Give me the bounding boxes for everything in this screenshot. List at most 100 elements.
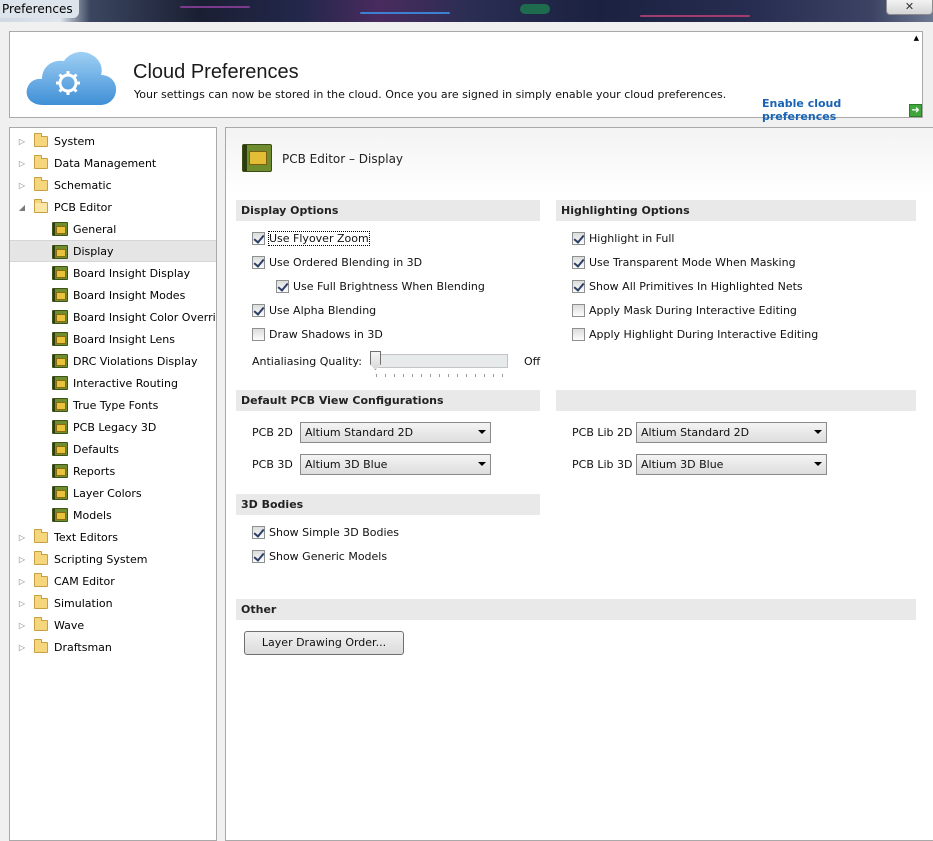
pcb-lib-2d-dropdown[interactable]: Altium Standard 2D <box>636 422 827 443</box>
show-simple-3d-bodies-label: Show Simple 3D Bodies <box>269 526 400 539</box>
tree-item-board-insight-color-overrid[interactable]: Board Insight Color Overrid <box>10 306 216 328</box>
apply-mask-checkbox[interactable]: Apply Mask During Interactive Editing <box>572 304 797 317</box>
tree-item-label: Board Insight Color Overrid <box>73 310 217 324</box>
alpha-blending-checkbox[interactable]: Use Alpha Blending <box>252 304 376 317</box>
expand-icon[interactable]: ▷ <box>17 159 27 168</box>
apply-mask-label: Apply Mask During Interactive Editing <box>589 304 797 317</box>
tree-item-layer-colors[interactable]: Layer Colors <box>10 482 216 504</box>
ordered-blending-checkbox[interactable]: Use Ordered Blending in 3D <box>252 256 422 269</box>
tree-item-wave[interactable]: ▷ Wave <box>10 614 216 636</box>
pcb-board-icon <box>52 288 68 302</box>
checkbox-box <box>252 550 265 563</box>
tree-item-display[interactable]: Display <box>10 240 216 262</box>
folder-icon <box>34 573 48 587</box>
tree-item-reports[interactable]: Reports <box>10 460 216 482</box>
draw-shadows-checkbox[interactable]: Draw Shadows in 3D <box>252 328 383 341</box>
checkbox-box <box>252 304 265 317</box>
tree-item-simulation[interactable]: ▷ Simulation <box>10 592 216 614</box>
pcb-2d-dropdown[interactable]: Altium Standard 2D <box>300 422 491 443</box>
pcb-lib-3d-dropdown[interactable]: Altium 3D Blue <box>636 454 827 475</box>
layer-drawing-order-button[interactable]: Layer Drawing Order... <box>244 631 404 655</box>
folder-icon <box>34 177 48 191</box>
chevron-down-icon <box>814 462 822 466</box>
checkbox-box <box>572 256 585 269</box>
expand-icon[interactable]: ▷ <box>17 599 27 608</box>
window-close-button[interactable]: ✕ <box>886 0 933 15</box>
tree-item-scripting-system[interactable]: ▷ Scripting System <box>10 548 216 570</box>
pcb-lib-3d-label: PCB Lib 3D <box>572 458 633 471</box>
expand-icon[interactable]: ▷ <box>17 181 27 190</box>
alpha-blending-label: Use Alpha Blending <box>269 304 377 317</box>
tree-item-pcb-legacy-3d[interactable]: PCB Legacy 3D <box>10 416 216 438</box>
show-simple-3d-bodies-checkbox[interactable]: Show Simple 3D Bodies <box>252 526 399 539</box>
tree-item-pcb-editor[interactable]: ◢ PCB Editor <box>10 196 216 218</box>
folder-icon <box>34 639 48 653</box>
flyover-zoom-checkbox[interactable]: Use Flyover Zoom <box>252 231 370 246</box>
tree-item-data-management[interactable]: ▷ Data Management <box>10 152 216 174</box>
cloud-banner: Cloud Preferences Your settings can now … <box>9 31 923 123</box>
titlebar-decoration <box>360 12 450 14</box>
tree-item-draftsman[interactable]: ▷ Draftsman <box>10 636 216 658</box>
pcb-board-icon <box>52 376 68 390</box>
transparent-mode-label: Use Transparent Mode When Masking <box>589 256 796 269</box>
apply-highlight-label: Apply Highlight During Interactive Editi… <box>589 328 819 341</box>
tree-item-text-editors[interactable]: ▷ Text Editors <box>10 526 216 548</box>
antialiasing-slider-track[interactable] <box>373 354 508 368</box>
show-all-primitives-checkbox[interactable]: Show All Primitives In Highlighted Nets <box>572 280 803 293</box>
expand-icon[interactable]: ▷ <box>17 137 27 146</box>
tree-item-label: Data Management <box>54 156 157 170</box>
display-options-heading: Display Options <box>236 200 540 221</box>
pcb-2d-value: Altium Standard 2D <box>305 426 414 439</box>
3d-bodies-heading: 3D Bodies <box>236 494 540 515</box>
apply-highlight-checkbox[interactable]: Apply Highlight During Interactive Editi… <box>572 328 818 341</box>
settings-panel: PCB Editor – Display Display Options Use… <box>225 127 933 841</box>
transparent-mode-checkbox[interactable]: Use Transparent Mode When Masking <box>572 256 796 269</box>
expand-icon[interactable]: ▷ <box>17 621 27 630</box>
tree-item-defaults[interactable]: Defaults <box>10 438 216 460</box>
show-generic-models-checkbox[interactable]: Show Generic Models <box>252 550 387 563</box>
tree-item-models[interactable]: Models <box>10 504 216 526</box>
highlighting-options-heading: Highlighting Options <box>556 200 916 221</box>
window-title: Preferences <box>0 0 79 18</box>
tree-item-board-insight-lens[interactable]: Board Insight Lens <box>10 328 216 350</box>
tree-item-interactive-routing[interactable]: Interactive Routing <box>10 372 216 394</box>
tree-item-schematic[interactable]: ▷ Schematic <box>10 174 216 196</box>
tree-item-label: Board Insight Modes <box>73 288 186 302</box>
checkbox-box <box>252 526 265 539</box>
antialiasing-label: Antialiasing Quality: <box>252 355 362 368</box>
antialiasing-slider-ticks <box>376 374 506 377</box>
tree-item-general[interactable]: General <box>10 218 216 240</box>
tree-item-system[interactable]: ▷ System <box>10 130 216 152</box>
scroll-up-icon[interactable]: ▲ <box>914 34 919 42</box>
tree-item-label: DRC Violations Display <box>73 354 198 368</box>
pcb-board-icon <box>52 486 68 500</box>
checkbox-box <box>572 280 585 293</box>
tree-item-label: Board Insight Lens <box>73 332 175 346</box>
tree-item-label: System <box>54 134 96 148</box>
tree-item-label: Interactive Routing <box>73 376 178 390</box>
full-brightness-checkbox[interactable]: Use Full Brightness When Blending <box>276 280 485 293</box>
tree-item-label: Reports <box>73 464 116 478</box>
show-all-primitives-label: Show All Primitives In Highlighted Nets <box>589 280 803 293</box>
tree-item-label: Wave <box>54 618 85 632</box>
enable-cloud-preferences-link[interactable]: Enable cloud preferences ➜ <box>762 97 922 123</box>
collapse-icon[interactable]: ◢ <box>17 203 27 212</box>
pcb-3d-dropdown[interactable]: Altium 3D Blue <box>300 454 491 475</box>
expand-icon[interactable]: ▷ <box>17 577 27 586</box>
tree-item-label: Board Insight Display <box>73 266 191 280</box>
tree-item-label: CAM Editor <box>54 574 115 588</box>
tree-item-board-insight-modes[interactable]: Board Insight Modes <box>10 284 216 306</box>
expand-icon[interactable]: ▷ <box>17 643 27 652</box>
titlebar-decoration <box>180 6 250 8</box>
expand-icon[interactable]: ▷ <box>17 555 27 564</box>
chevron-down-icon <box>478 430 486 434</box>
highlight-in-full-checkbox[interactable]: Highlight in Full <box>572 232 675 245</box>
tree-item-drc-violations-display[interactable]: DRC Violations Display <box>10 350 216 372</box>
tree-item-true-type-fonts[interactable]: True Type Fonts <box>10 394 216 416</box>
pcb-board-icon <box>52 398 68 412</box>
tree-item-board-insight-display[interactable]: Board Insight Display <box>10 262 216 284</box>
titlebar-decoration <box>640 15 750 17</box>
tree-item-label: Scripting System <box>54 552 148 566</box>
expand-icon[interactable]: ▷ <box>17 533 27 542</box>
tree-item-cam-editor[interactable]: ▷ CAM Editor <box>10 570 216 592</box>
